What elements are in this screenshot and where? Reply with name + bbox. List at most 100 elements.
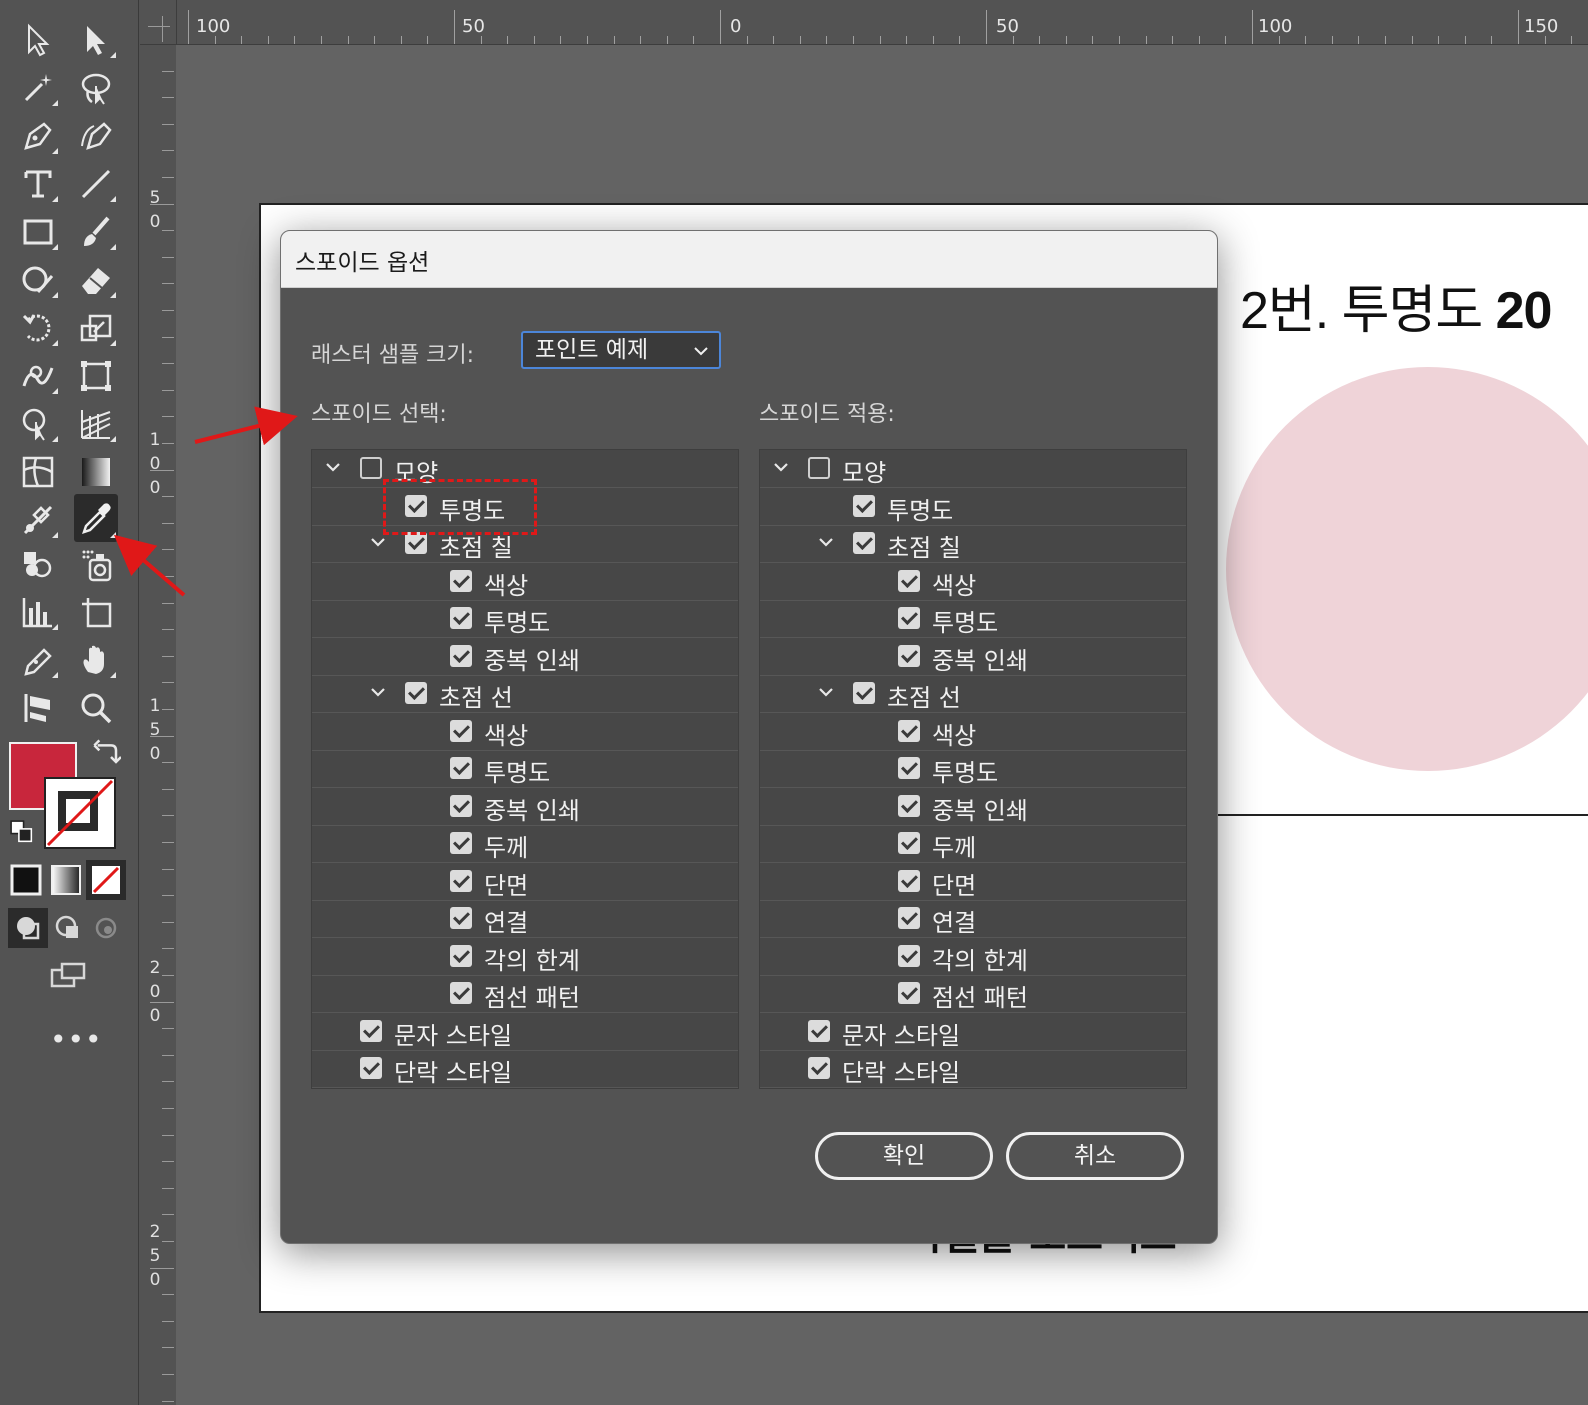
- stroke-swatch[interactable]: [44, 777, 116, 849]
- chevron-down-icon[interactable]: [817, 535, 835, 549]
- ruler-label: 100: [1258, 16, 1293, 37]
- draw-inside-icon[interactable]: [86, 908, 126, 948]
- eraser-tool-icon[interactable]: [74, 258, 118, 302]
- chevron-down-icon[interactable]: [369, 685, 387, 699]
- chevron-down-icon[interactable]: [324, 460, 342, 474]
- horizontal-ruler[interactable]: 100 50 0 50 100 150: [176, 0, 1588, 45]
- mesh-tool-icon[interactable]: [16, 450, 60, 494]
- ruler-tick: [162, 336, 174, 338]
- checkbox[interactable]: [360, 1019, 382, 1042]
- checkbox[interactable]: [450, 644, 472, 667]
- ruler-origin[interactable]: [140, 10, 177, 45]
- gradient-mode-icon[interactable]: [46, 860, 86, 900]
- checkbox[interactable]: [898, 719, 920, 742]
- default-fill-stroke-icon[interactable]: [4, 814, 40, 850]
- checkbox[interactable]: [360, 457, 382, 479]
- checkbox[interactable]: [898, 869, 920, 892]
- ruler-tick: [162, 256, 174, 258]
- checkbox[interactable]: [405, 532, 427, 554]
- none-mode-icon[interactable]: [86, 860, 126, 900]
- rotate-view-tool-icon[interactable]: [16, 686, 60, 730]
- slice-sprayer-icon[interactable]: [74, 542, 118, 586]
- screen-mode-icon[interactable]: [44, 956, 92, 996]
- gradient-tool-icon[interactable]: [74, 450, 118, 494]
- magic-wand-tool-icon[interactable]: [16, 66, 60, 110]
- cancel-button[interactable]: 취소: [1006, 1132, 1184, 1180]
- type-tool-icon[interactable]: [16, 162, 60, 206]
- pencil-tool-icon[interactable]: [16, 638, 60, 682]
- column-graph-tool-icon[interactable]: [16, 590, 60, 634]
- shaper-tool-icon[interactable]: [16, 258, 60, 302]
- checkbox[interactable]: [450, 794, 472, 817]
- chevron-down-icon[interactable]: [772, 460, 790, 474]
- checkbox[interactable]: [808, 1057, 830, 1079]
- checkbox[interactable]: [898, 982, 920, 1004]
- dialog-titlebar[interactable]: 스포이드 옵션: [281, 231, 1217, 288]
- checkbox[interactable]: [450, 907, 472, 929]
- more-tools-icon[interactable]: •••: [50, 1026, 103, 1054]
- ruler-tick: [241, 36, 243, 44]
- checkbox[interactable]: [853, 494, 875, 517]
- checkbox[interactable]: [898, 794, 920, 817]
- eyedropper-tool-icon[interactable]: [74, 494, 118, 542]
- pen-tool-icon[interactable]: [16, 114, 60, 158]
- checkbox[interactable]: [450, 569, 472, 592]
- curvature-tool-icon[interactable]: [74, 114, 118, 158]
- checkbox[interactable]: [450, 832, 472, 854]
- raster-sample-size-label: 래스터 샘플 크기:: [311, 343, 475, 368]
- checkbox[interactable]: [450, 607, 472, 629]
- raster-sample-size-select[interactable]: 포인트 예제: [521, 331, 721, 369]
- checkbox[interactable]: [898, 832, 920, 854]
- checkbox[interactable]: [360, 1057, 382, 1079]
- hand-tool-icon[interactable]: [74, 638, 118, 682]
- tree-row-label: 모양: [842, 459, 887, 487]
- blend-tool-icon[interactable]: [16, 498, 60, 542]
- checkbox[interactable]: [450, 982, 472, 1004]
- rotate-tool-icon[interactable]: [16, 306, 60, 350]
- selection-tool-icon[interactable]: [16, 18, 60, 62]
- checkbox[interactable]: [450, 719, 472, 742]
- checkbox[interactable]: [898, 907, 920, 929]
- chevron-down-icon[interactable]: [817, 685, 835, 699]
- chevron-down-icon[interactable]: [369, 535, 387, 549]
- color-mode-icon[interactable]: [6, 860, 46, 900]
- draw-behind-icon[interactable]: [48, 908, 88, 948]
- checkbox[interactable]: [450, 944, 472, 967]
- ruler-tick: [162, 629, 174, 631]
- swap-fill-stroke-icon[interactable]: [88, 734, 124, 770]
- free-transform-tool-icon[interactable]: [74, 354, 118, 398]
- tree-row-label: 각의 한계: [932, 946, 1028, 975]
- zoom-tool-icon[interactable]: [74, 686, 118, 730]
- checkbox[interactable]: [853, 682, 875, 704]
- ok-button[interactable]: 확인: [815, 1132, 993, 1180]
- perspective-grid-tool-icon[interactable]: [74, 402, 118, 446]
- warp-tool-icon[interactable]: [16, 354, 60, 398]
- line-segment-tool-icon[interactable]: [74, 162, 118, 206]
- checkbox[interactable]: [808, 1019, 830, 1042]
- checkbox[interactable]: [450, 869, 472, 892]
- draw-normal-icon[interactable]: [8, 908, 48, 948]
- checkbox[interactable]: [853, 532, 875, 554]
- vertical-ruler[interactable]: 5 0 1 0 0 1 5 0 2 0 0 2 5 0: [140, 0, 177, 1405]
- checkbox[interactable]: [808, 457, 830, 479]
- checkbox[interactable]: [898, 644, 920, 667]
- checkbox[interactable]: [405, 682, 427, 704]
- checkbox[interactable]: [898, 569, 920, 592]
- tree-row: 중복 인쇄: [760, 638, 1186, 676]
- shape-builder-tool-icon[interactable]: [16, 402, 60, 446]
- checkbox[interactable]: [898, 757, 920, 779]
- scale-tool-icon[interactable]: [74, 306, 118, 350]
- checkbox[interactable]: [898, 944, 920, 967]
- paintbrush-tool-icon[interactable]: [74, 210, 118, 254]
- symbol-sprayer-tool-icon[interactable]: [16, 542, 60, 586]
- artboard-tool-icon[interactable]: [74, 590, 118, 634]
- rectangle-tool-icon[interactable]: [16, 210, 60, 254]
- ruler-tick: [1225, 36, 1227, 44]
- checkbox[interactable]: [450, 757, 472, 779]
- direct-selection-tool-icon[interactable]: [74, 18, 118, 62]
- lasso-tool-icon[interactable]: [74, 66, 118, 110]
- checkbox[interactable]: [898, 607, 920, 629]
- ruler-tick: [906, 36, 908, 44]
- tree-row: 초점 선: [760, 675, 1186, 713]
- ruler-tick: [150, 469, 174, 471]
